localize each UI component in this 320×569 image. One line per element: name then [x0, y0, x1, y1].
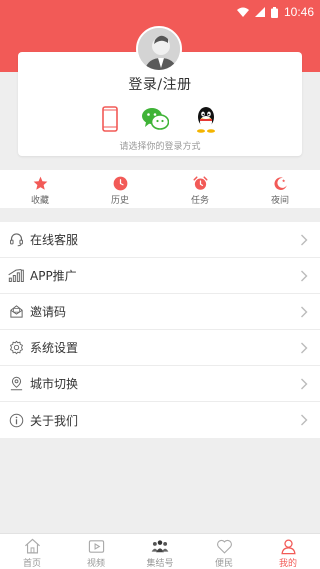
gear-icon [8, 340, 24, 356]
chevron-right-icon [301, 378, 308, 389]
chevron-right-icon [301, 414, 308, 426]
login-hint: 请选择你的登录方式 [119, 142, 201, 152]
chart-icon [8, 268, 24, 284]
phone-login-icon[interactable] [100, 104, 120, 134]
tab-label: 我的 [278, 559, 297, 569]
login-methods [0, 104, 320, 136]
video-icon [87, 537, 105, 555]
quick-item-favorites[interactable]: 收藏 [0, 170, 80, 208]
tab-label: 视频 [86, 559, 105, 569]
menu-label: 关于我们 [30, 413, 79, 428]
clock-icon [112, 175, 128, 191]
chevron-right-icon [301, 270, 308, 281]
wechat-login-icon[interactable] [140, 104, 170, 134]
tab-convenience[interactable]: 便民 [192, 534, 256, 569]
tab-label: 便民 [214, 559, 233, 569]
user-icon [279, 537, 297, 555]
chevron-right-icon [301, 342, 308, 353]
quick-item-night[interactable]: 夜间 [240, 170, 320, 208]
settings-menu: 在线客服 APP推广 邀请码 系统设置 城市切换 关于我们 [0, 222, 320, 438]
avatar[interactable] [136, 26, 182, 72]
alarm-icon [192, 175, 208, 191]
tab-video[interactable]: 视频 [64, 534, 128, 569]
quick-item-history[interactable]: 历史 [80, 170, 160, 208]
menu-label: 邀请码 [30, 305, 67, 319]
menu-label: 在线客服 [30, 233, 79, 247]
status-bar: 10:46 [0, 0, 320, 24]
menu-item-customer-service[interactable]: 在线客服 [0, 222, 320, 258]
moon-icon [272, 175, 288, 191]
signal-icon [254, 7, 265, 17]
tab-gathering[interactable]: 集结号 [128, 534, 192, 569]
menu-item-system-settings[interactable]: 系统设置 [0, 330, 320, 366]
group-icon [151, 537, 169, 555]
star-icon [32, 175, 48, 191]
quick-actions: 收藏 历史 任务 夜间 [0, 170, 320, 208]
menu-label: 城市切换 [30, 377, 79, 391]
qq-login-icon[interactable] [192, 104, 220, 134]
quick-label: 收藏 [30, 196, 49, 206]
menu-item-about-us[interactable]: 关于我们 [0, 402, 320, 438]
menu-item-app-promotion[interactable]: APP推广 [0, 258, 320, 294]
quick-label: 任务 [190, 196, 209, 206]
menu-label: APP推广 [30, 269, 77, 283]
menu-item-invite-code[interactable]: 邀请码 [0, 294, 320, 330]
menu-item-city-switch[interactable]: 城市切换 [0, 366, 320, 402]
login-register-title[interactable]: 登录/注册 [0, 74, 320, 94]
bottom-tab-bar: 首页 视频 集结号 便民 我的 [0, 533, 320, 569]
info-icon [8, 412, 24, 428]
tab-mine[interactable]: 我的 [256, 534, 320, 569]
battery-icon [270, 6, 278, 18]
quick-item-tasks[interactable]: 任务 [160, 170, 240, 208]
headset-icon [8, 232, 24, 248]
heart-icon [215, 537, 233, 555]
quick-label: 夜间 [270, 196, 289, 206]
tab-label: 首页 [22, 559, 41, 569]
chevron-right-icon [301, 234, 308, 245]
envelope-icon [8, 304, 24, 320]
chevron-right-icon [301, 306, 308, 317]
tab-label: 集结号 [146, 559, 174, 569]
location-icon [8, 376, 24, 392]
wifi-icon [236, 7, 249, 17]
home-icon [23, 537, 41, 555]
quick-label: 历史 [110, 196, 129, 206]
menu-label: 系统设置 [30, 341, 79, 355]
tab-home[interactable]: 首页 [0, 534, 64, 569]
status-time: 10:46 [283, 5, 314, 19]
